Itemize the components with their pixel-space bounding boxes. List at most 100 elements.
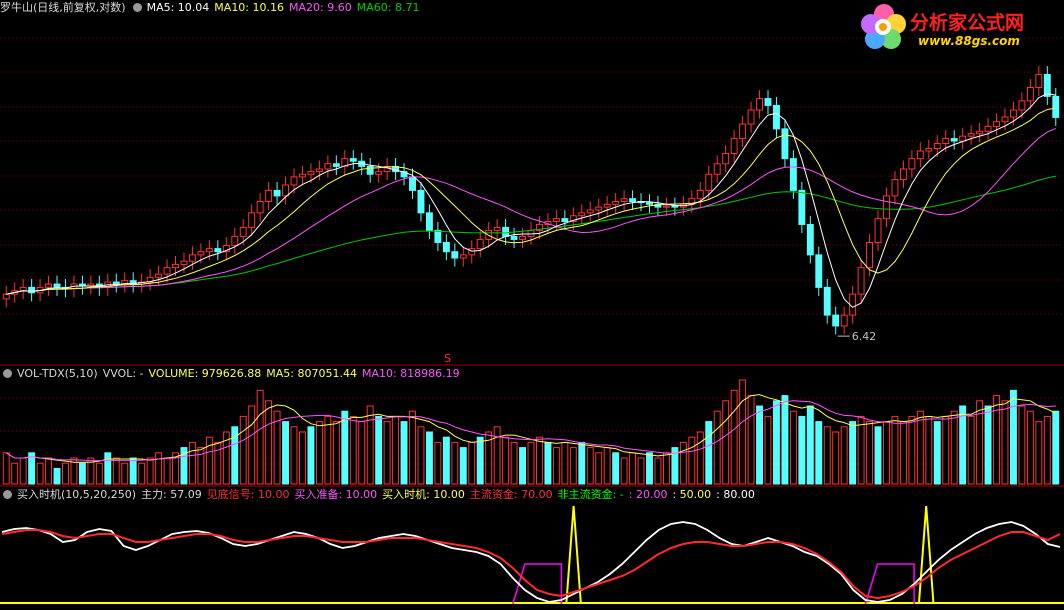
candle-body [349,158,357,162]
candle-body [28,286,36,294]
volume-bar [400,421,408,485]
candle-body [256,200,264,214]
volume-bar [823,426,831,485]
volume-bar [874,426,882,485]
candle-body [1026,86,1034,102]
volume-bar [205,436,213,485]
volume-bar [434,441,442,485]
volume-bar [679,441,687,485]
volume-bar [383,421,391,485]
vol-indicator-name: VOL-TDX(5,10) [17,367,98,380]
volume-bar [866,421,874,485]
volume-bar [502,436,510,485]
volume-bar [417,426,425,485]
settings-icon[interactable] [3,490,12,499]
level80-readout: : 80.00 [716,488,755,501]
volume-bar [299,431,306,485]
volume-bar [984,405,992,485]
shiji-readout: 买入时机: 10.00 [382,488,465,501]
volume-bar [239,415,247,485]
candle-body [324,163,332,170]
volume-bar [1001,400,1009,485]
candle-body [273,189,281,197]
candle-body [366,165,374,175]
volume-bar [756,405,763,485]
candle-body [976,130,984,135]
candle-body [781,128,789,160]
flower-logo-icon [861,4,906,49]
volume-bar [375,415,383,485]
candle-body [578,212,586,217]
volume-bar [552,447,560,485]
candle-body [662,205,670,208]
volume-bar [993,395,1000,485]
candle-body [984,125,992,132]
zhuliu-readout: 主流资金: 70.00 [469,488,553,501]
candle-body [459,254,467,259]
ma20-readout: MA20: 9.60 [289,1,352,14]
volume-bar [104,452,112,485]
volume-bar [366,405,374,485]
volume-bar [425,431,433,485]
chart-stage: 6.42 S 罗牛山(日线,前复权,对数) MA5: 10.04 MA10: 10.1… [0,0,1064,607]
volume-bar [722,400,730,485]
volume-bar [536,436,543,485]
candle-body [739,123,747,140]
candle-body [764,98,772,106]
volume-bar [493,426,501,485]
volume-bar [163,457,171,485]
volume-bar [832,431,840,485]
volume-bar [730,389,738,485]
volume-bar [561,441,569,485]
volume-bar [45,457,53,485]
candle-body [671,205,679,208]
candle-body [798,189,806,225]
vvol-readout: VVOL: - [102,367,144,380]
volume-bar [612,452,620,485]
candle-body [1018,100,1026,111]
volume-bar [1026,410,1034,485]
settings-icon[interactable] [3,369,12,378]
volume-bar [595,452,603,485]
zhunbei-readout: 买入准备: 10.00 [294,488,378,501]
candle-body [214,248,222,253]
volume-bar [36,462,44,485]
ma5-readout: MA5: 10.04 [146,1,210,14]
volume-bar [1052,410,1060,485]
candle-body [612,200,620,205]
candle-body [595,206,603,211]
indicator-panel-header: 买入时机(10,5,20,250) 主力: 57.09 见底信号: 10.00 买入准… [0,487,760,503]
candle-body [823,286,831,316]
volume-bar [451,441,459,485]
volume-bar [197,447,205,485]
volume-bar [849,421,857,485]
candle-body [857,267,865,295]
stock-title: 罗牛山(日线,前复权,对数) [0,1,126,14]
volume-bar [764,415,772,485]
volume-bar [713,410,721,485]
volume-bar [688,436,696,485]
candle-body [231,235,239,247]
volume-bar [138,462,146,485]
candle-body [629,198,637,202]
candle-body [967,133,975,137]
candle-body [713,163,721,175]
candle-body [866,241,874,269]
candle-body [519,235,526,240]
candle-body [916,150,924,160]
candle-body [155,273,163,278]
volume-bar [789,410,797,485]
volume-panel-header: VOL-TDX(5,10) VVOL: - VOLUME: 979626.88 MA5… [0,366,465,382]
volume-bar [392,415,400,485]
candle-body [696,189,704,200]
volume-readout: VOLUME: 979626.88 [148,367,262,380]
candle-body [53,283,61,288]
candle-body [510,235,518,240]
stock-chart: 6.42 S [0,37,1064,605]
volume-bar [62,462,69,485]
volume-bar [806,405,814,485]
candle-body [925,147,933,152]
low-price-label: 6.42 [852,330,877,343]
candle-body [417,189,425,214]
settings-icon[interactable] [132,3,142,12]
